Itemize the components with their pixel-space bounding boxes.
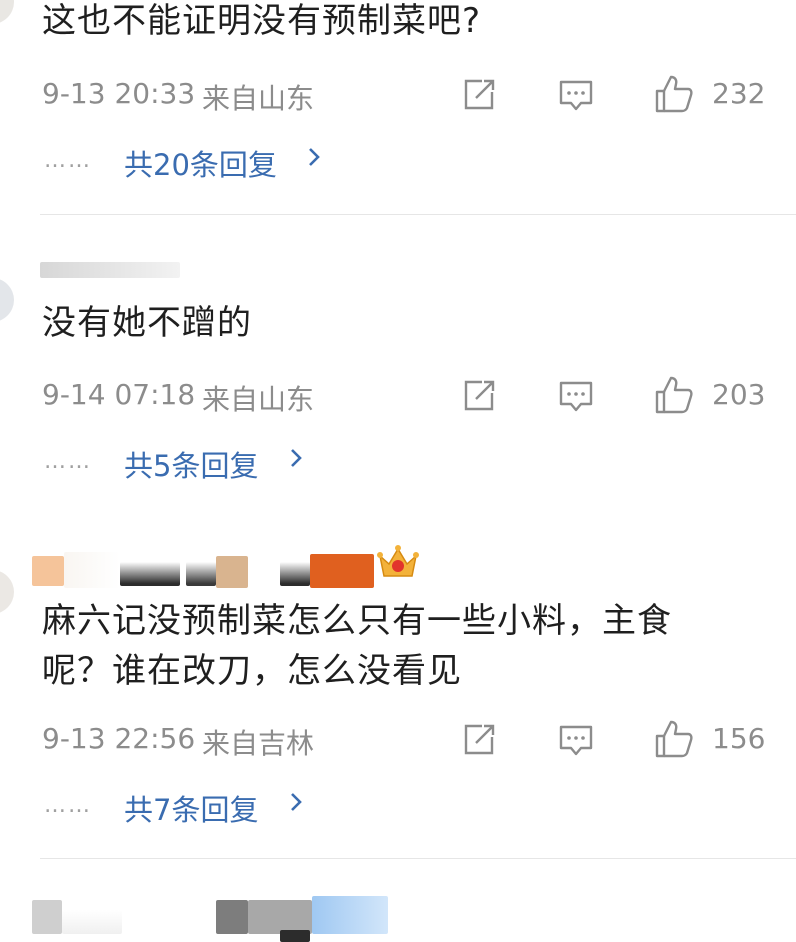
comment-location: 来自山东 bbox=[202, 82, 315, 115]
comment-time: 9-14 07:18 bbox=[42, 378, 196, 411]
share-icon[interactable] bbox=[462, 78, 496, 116]
blurred-username bbox=[32, 556, 64, 586]
reply-dots: …… bbox=[44, 793, 92, 818]
divider bbox=[40, 858, 796, 859]
like-count: 203 bbox=[712, 378, 766, 411]
comment-icon[interactable] bbox=[558, 379, 594, 419]
reply-dots: …… bbox=[44, 148, 92, 173]
comment-icon[interactable] bbox=[558, 723, 594, 763]
blurred-username bbox=[64, 552, 120, 588]
blurred-username bbox=[312, 896, 388, 934]
avatar[interactable] bbox=[0, 278, 14, 322]
reply-dots: …… bbox=[44, 449, 92, 474]
blurred-username bbox=[216, 556, 248, 588]
crown-icon bbox=[376, 544, 420, 586]
blurred-username bbox=[216, 900, 248, 934]
share-icon[interactable] bbox=[462, 379, 496, 417]
comment-text: 没有她不蹭的 bbox=[42, 303, 252, 343]
avatar[interactable] bbox=[0, 0, 14, 24]
comment-time: 9-13 20:33 bbox=[42, 77, 196, 110]
thumbs-up-icon[interactable] bbox=[654, 74, 694, 118]
comment-text: 麻六记没预制菜怎么只有一些小料，主食 bbox=[42, 601, 672, 641]
divider bbox=[40, 214, 796, 215]
comment-text: 呢？谁在改刀，怎么没看见 bbox=[42, 651, 462, 691]
thumbs-up-icon[interactable] bbox=[654, 719, 694, 763]
like-count: 232 bbox=[712, 77, 766, 110]
comment-text: 这也不能证明没有预制菜吧? bbox=[42, 1, 482, 41]
avatar[interactable] bbox=[0, 570, 14, 614]
blurred-username bbox=[62, 910, 122, 934]
thumbs-up-icon[interactable] bbox=[654, 375, 694, 419]
chevron-right-icon[interactable] bbox=[288, 444, 304, 479]
comment-location: 来自山东 bbox=[202, 383, 315, 416]
chevron-right-icon[interactable] bbox=[288, 788, 304, 823]
share-icon[interactable] bbox=[462, 723, 496, 761]
view-replies-link[interactable]: 共5条回复 bbox=[124, 443, 258, 485]
comment-location: 来自吉林 bbox=[202, 727, 315, 760]
view-replies-link[interactable]: 共20条回复 bbox=[124, 142, 277, 184]
blurred-username bbox=[120, 562, 180, 586]
like-count: 156 bbox=[712, 722, 766, 755]
blurred-username bbox=[280, 930, 310, 942]
view-replies-link[interactable]: 共7条回复 bbox=[124, 787, 258, 829]
comment-icon[interactable] bbox=[558, 78, 594, 118]
blurred-username bbox=[310, 554, 374, 588]
blurred-username bbox=[32, 900, 62, 934]
blurred-username bbox=[40, 262, 180, 278]
blurred-username bbox=[280, 562, 310, 586]
chevron-right-icon[interactable] bbox=[306, 143, 322, 178]
comment-time: 9-13 22:56 bbox=[42, 722, 196, 755]
blurred-username bbox=[248, 900, 312, 934]
blurred-username bbox=[186, 562, 216, 586]
